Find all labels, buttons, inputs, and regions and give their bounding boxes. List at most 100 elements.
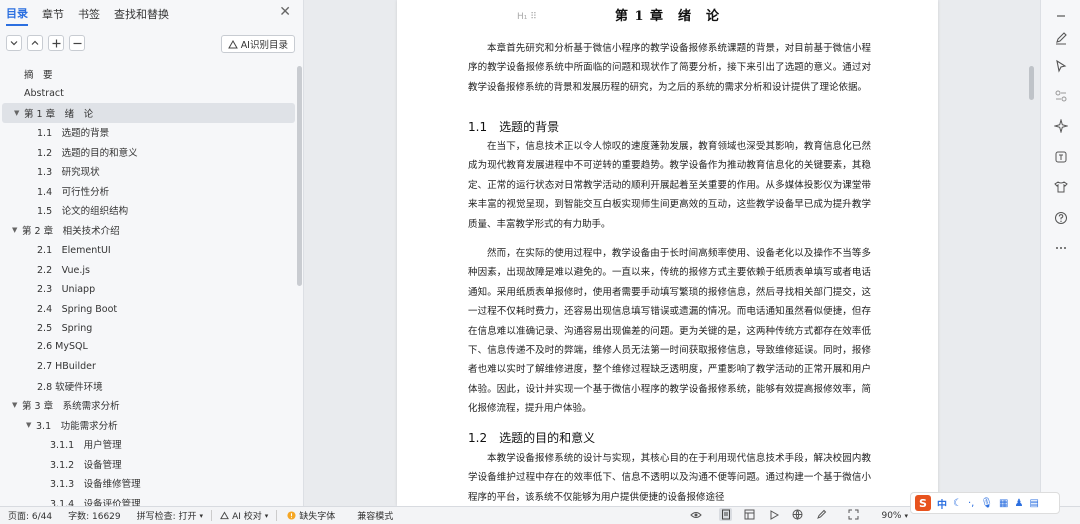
toc-item-label: 1.5 论文的组织结构	[37, 206, 129, 218]
expand-arrow-icon[interactable]: ▼	[26, 421, 36, 429]
chapter-title: 第 1 章 绪 论	[614, 9, 721, 24]
toc-item[interactable]: 3.1.3 设备维修管理	[0, 474, 298, 494]
section-heading-1-2: 1.2 选题的目的和意义	[468, 431, 596, 445]
scroll-thumb[interactable]	[1029, 66, 1034, 100]
toc-item-label: 1.1 选题的背景	[37, 128, 110, 140]
eye-icon[interactable]	[689, 508, 702, 521]
tab-toc[interactable]: 目录	[6, 1, 28, 26]
toc-item-label: Abstract	[24, 87, 64, 99]
more-icon[interactable]	[1053, 240, 1069, 256]
toc-item[interactable]: ▼ 第 2 章 相关技术介绍	[0, 220, 298, 240]
pen-icon[interactable]	[1053, 30, 1069, 46]
chevron-down-icon	[10, 41, 18, 46]
toc-item[interactable]: 2.6 MySQL	[0, 337, 298, 357]
play-icon[interactable]	[767, 508, 780, 521]
fit-page-icon[interactable]	[847, 508, 860, 521]
toc-scrollbar[interactable]	[297, 66, 302, 286]
toc-item[interactable]: ▼ 第 3 章 系统需求分析	[0, 396, 298, 416]
warning-icon	[287, 511, 296, 520]
ai-check-label: AI 校对	[232, 512, 262, 522]
document-scrollbar[interactable]	[1028, 0, 1036, 506]
intro-paragraph: 本章首先研究和分析基于微信小程序的教学设备报修系统课题的背景，对目前基于微信小程…	[468, 43, 871, 93]
close-icon[interactable]: ✕	[279, 4, 291, 20]
mic-icon[interactable]: 🎙	[980, 498, 993, 509]
toc-item[interactable]: 2.2 Vue.js	[0, 259, 298, 279]
tab-bookmarks[interactable]: 书签	[78, 2, 100, 25]
toc-item[interactable]: 2.7 HBuilder	[0, 357, 298, 377]
ai-toc-button[interactable]: AI识别目录	[220, 35, 295, 53]
toc-item[interactable]: 1.4 可行性分析	[0, 181, 298, 201]
minimize-icon[interactable]	[1053, 8, 1069, 24]
page-indicator[interactable]: 页面: 6/44	[8, 509, 52, 522]
toc-item[interactable]: 1.1 选题的背景	[0, 123, 298, 143]
edit-icon[interactable]	[815, 508, 828, 521]
toc-item[interactable]: 摘 要	[0, 64, 298, 84]
toc-item[interactable]: ▼ 3.1 功能需求分析	[0, 415, 298, 435]
select-arrow-icon[interactable]	[1053, 58, 1069, 74]
input-method-bar[interactable]: S 中 ☾ ·, 🎙 ▦ ♟ ▤	[910, 492, 1060, 514]
toc-list: 摘 要 Abstract ▼ 第 1 章 绪 论 1.1 选题的背景 1.2 选题的目的和…	[0, 64, 298, 506]
toc-item-label: 3.1.3 设备维修管理	[50, 479, 141, 491]
toc-item[interactable]: 2.8 软硬件环境	[0, 376, 298, 396]
missing-font-button[interactable]: 缺失字体	[287, 509, 335, 522]
background-paragraph-1: 在当下，信息技术正以令人惊叹的速度蓬勃发展，教育领域也深受其影响，教育信息化已然…	[468, 141, 871, 230]
collapse-button[interactable]	[6, 35, 22, 51]
toc-item[interactable]: 3.1.4 设备评价管理	[0, 493, 298, 506]
translate-icon[interactable]	[1053, 149, 1069, 165]
ai-icon	[220, 511, 229, 520]
punctuation-icon[interactable]: ·,	[968, 498, 974, 509]
purpose-paragraph: 本教学设备报修系统的设计与实现，其核心目的在于利用现代信息技术手段，解决校园内教…	[468, 453, 871, 503]
keyboard-icon[interactable]: ▦	[999, 498, 1008, 509]
ime-logo-icon[interactable]: S	[915, 495, 931, 511]
toc-item[interactable]: 1.3 研究现状	[0, 162, 298, 182]
toc-item-label: 2.6 MySQL	[37, 341, 88, 353]
moon-icon[interactable]: ☾	[953, 498, 962, 509]
background-paragraph-2: 然而，在实际的使用过程中，教学设备由于长时间高频率使用、设备老化以及操作不当等多…	[468, 248, 871, 415]
expand-arrow-icon[interactable]: ▼	[12, 401, 22, 409]
toc-item[interactable]: 3.1.1 用户管理	[0, 435, 298, 455]
toc-item-label: 2.2 Vue.js	[37, 264, 90, 276]
ai-check-toggle[interactable]: AI 校对 ▾	[220, 509, 268, 522]
zoom-level[interactable]: 90% ▾	[881, 511, 908, 521]
toc-item[interactable]: 1.2 选题的目的和意义	[0, 142, 298, 162]
chevron-down-icon: ▾	[264, 511, 269, 520]
expand-button[interactable]	[27, 35, 43, 51]
toc-item-label: 2.3 Uniapp	[37, 284, 96, 296]
toc-item-label: 3.1.2 设备管理	[50, 459, 122, 471]
grid-icon[interactable]: ▤	[1029, 498, 1038, 509]
add-heading-button[interactable]	[48, 35, 64, 51]
toc-item[interactable]: 2.1 ElementUI	[0, 240, 298, 260]
toc-item[interactable]: Abstract	[0, 84, 298, 104]
shirt-icon[interactable]	[1053, 179, 1069, 195]
chevron-down-icon: ▾	[199, 511, 204, 520]
word-count[interactable]: 字数: 16629	[68, 509, 121, 522]
sparkle-icon[interactable]	[1053, 118, 1069, 134]
help-icon[interactable]	[1053, 210, 1069, 226]
chevron-up-icon	[31, 40, 39, 45]
ai-icon	[227, 39, 238, 48]
expand-arrow-icon[interactable]: ▼	[14, 109, 24, 117]
outline-view-icon[interactable]	[743, 508, 756, 521]
tab-find-replace[interactable]: 查找和替换	[114, 2, 169, 25]
toc-item-label: 2.7 HBuilder	[37, 360, 96, 372]
toc-item[interactable]: 3.1.2 设备管理	[0, 454, 298, 474]
expand-arrow-icon[interactable]: ▼	[12, 226, 22, 234]
web-view-icon[interactable]	[791, 508, 804, 521]
toc-item[interactable]: 2.3 Uniapp	[0, 279, 298, 299]
style-settings-icon[interactable]	[1053, 88, 1069, 104]
ai-toc-label: AI识别目录	[240, 40, 288, 51]
zoom-value: 90%	[881, 510, 902, 521]
remove-heading-button[interactable]	[69, 35, 85, 51]
document-page: H₁ ⠿ 第 1 章 绪 论 本章首先研究和分析基于微信小程序的教学设备报修系统…	[397, 0, 938, 506]
toc-item[interactable]: ▼ 第 1 章 绪 论	[2, 103, 295, 123]
toc-item-label: 2.8 软硬件环境	[37, 381, 103, 393]
skin-icon[interactable]: ♟	[1014, 498, 1023, 509]
spell-check-toggle[interactable]: 拼写检查: 打开 ▾	[137, 509, 204, 523]
tab-chapters[interactable]: 章节	[42, 2, 64, 25]
page-view-icon[interactable]	[719, 508, 732, 521]
ime-language[interactable]: 中	[937, 496, 947, 511]
toc-item[interactable]: 2.4 Spring Boot	[0, 298, 298, 318]
toc-item-label: 3.1.1 用户管理	[50, 440, 122, 452]
toc-item[interactable]: 1.5 论文的组织结构	[0, 201, 298, 221]
toc-item[interactable]: 2.5 Spring	[0, 318, 298, 338]
